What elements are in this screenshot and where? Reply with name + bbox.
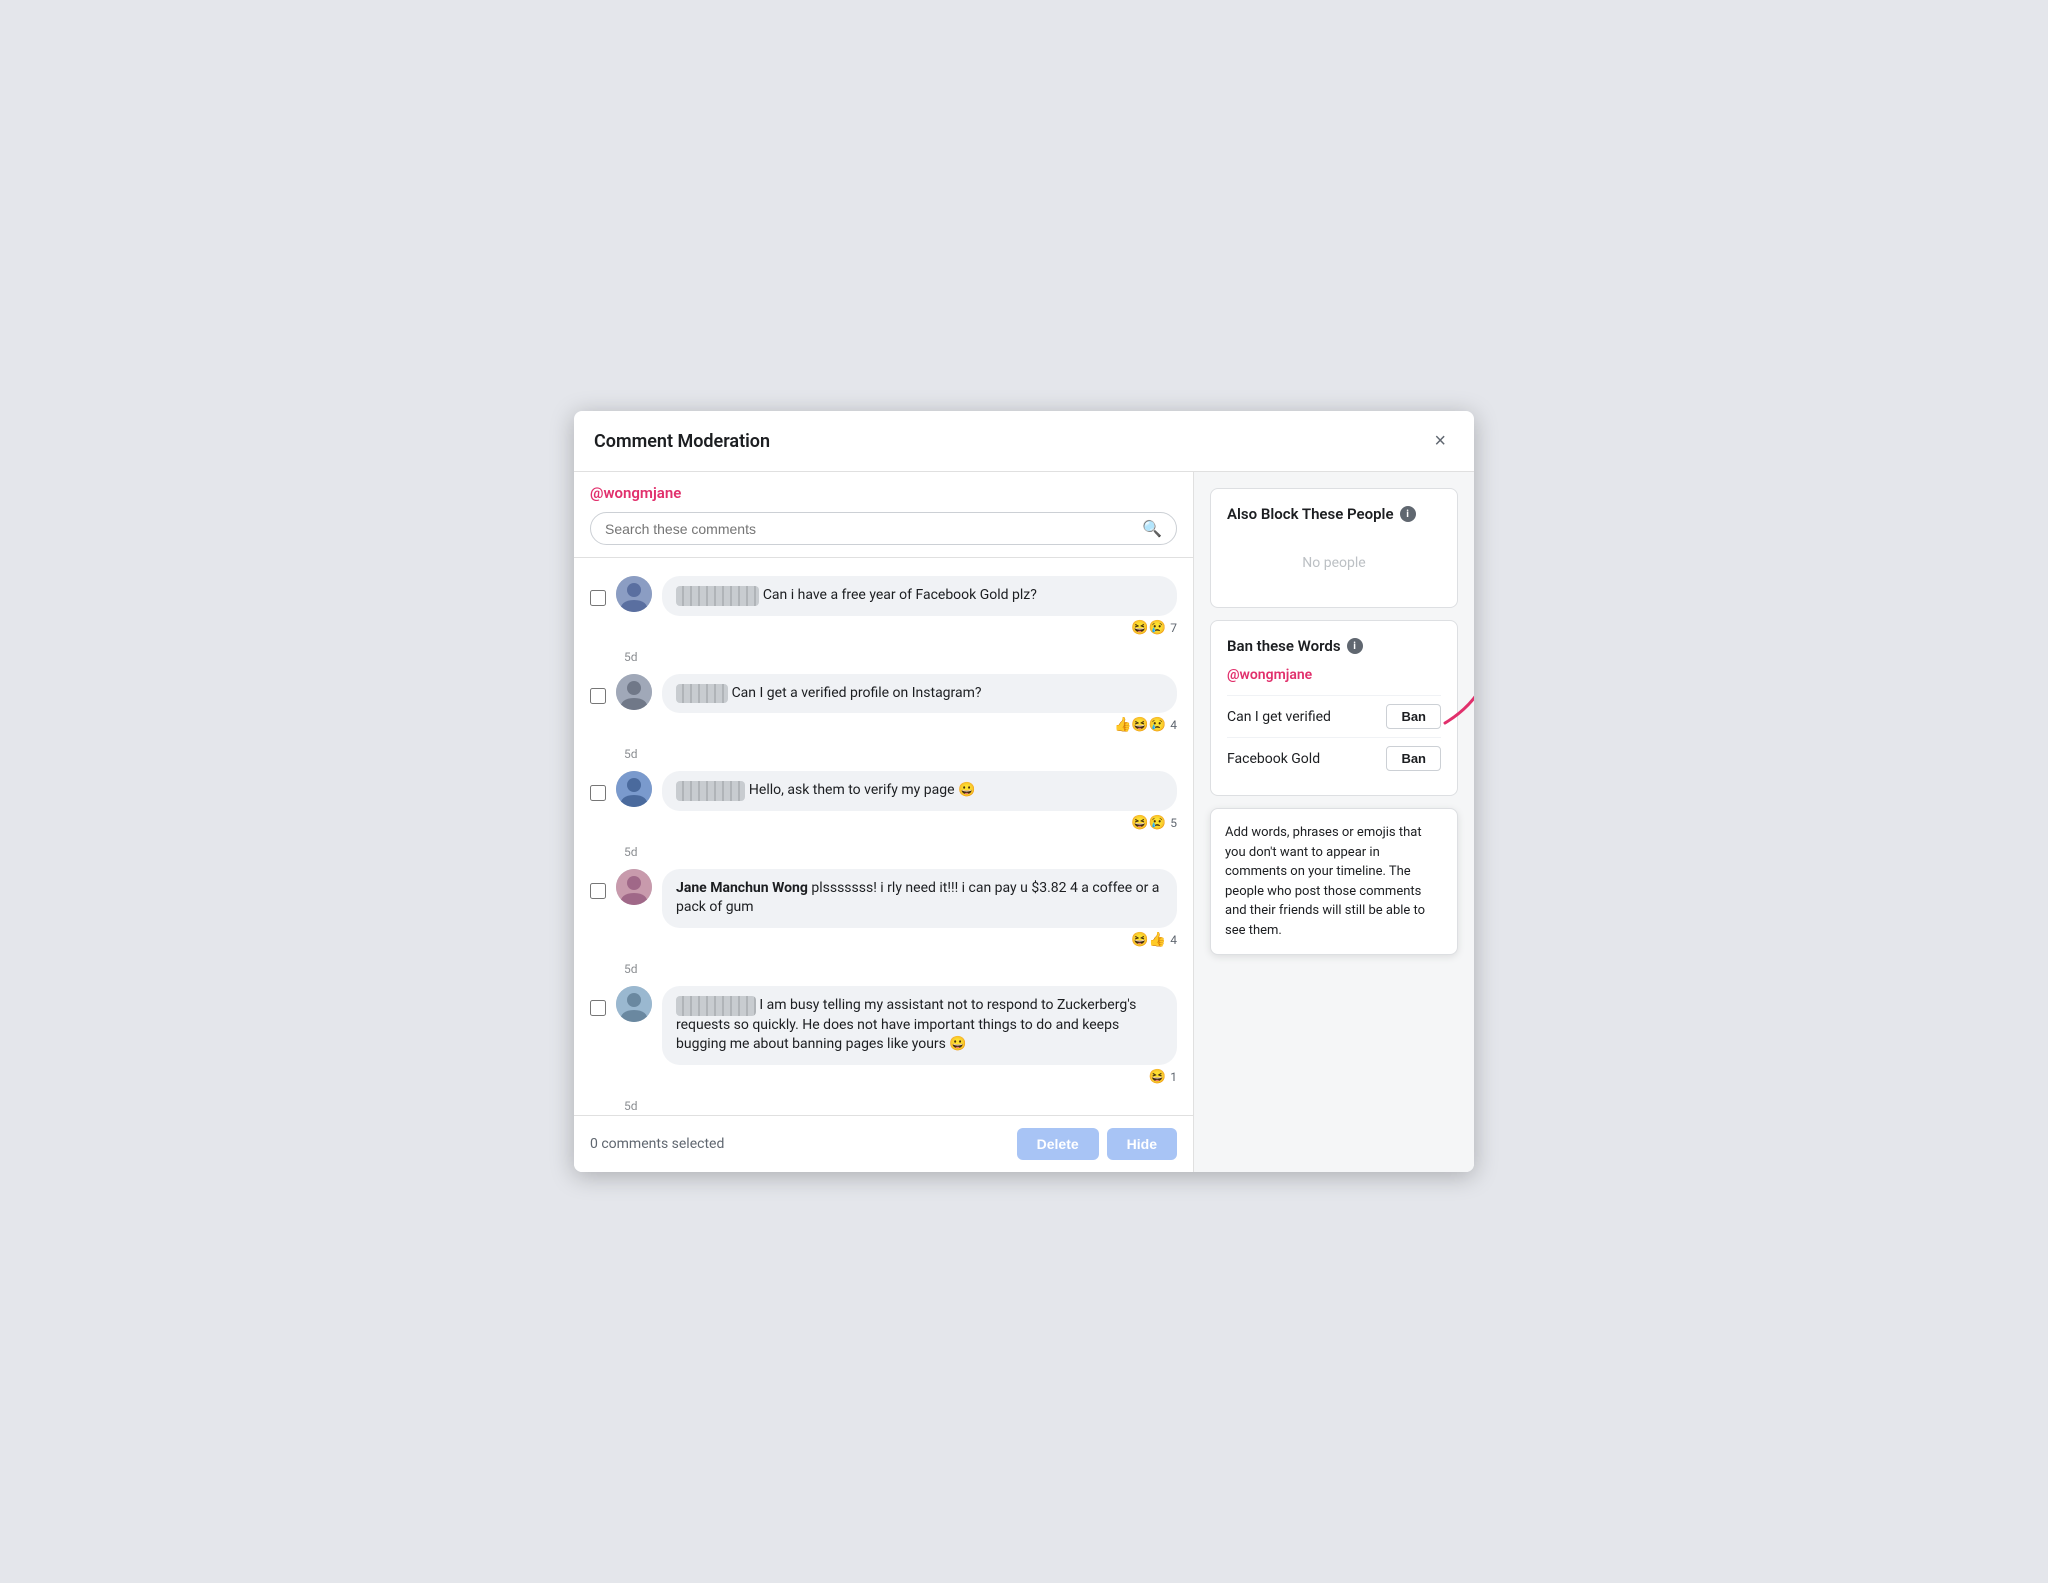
selected-count: 0 comments selected bbox=[590, 1136, 724, 1152]
comment-bubble-5: I am busy telling my assistant not to re… bbox=[662, 986, 1177, 1065]
comment-author-4: Jane Manchun Wong bbox=[676, 880, 808, 896]
comment-bubble-1: Can i have a free year of Facebook Gold … bbox=[662, 576, 1177, 616]
comment-time-1: 5d bbox=[624, 650, 1193, 664]
search-input[interactable] bbox=[605, 521, 1142, 537]
comment-time-4: 5d bbox=[624, 962, 1193, 976]
reaction-emojis-1: 😆😢 bbox=[1131, 620, 1166, 636]
comment-item: Can i have a free year of Facebook Gold … bbox=[574, 566, 1193, 646]
avatar-2 bbox=[616, 674, 652, 710]
ban-button-1[interactable]: Ban bbox=[1386, 704, 1441, 729]
comment-bubble-4: Jane Manchun Wong plsssssss! i rly need … bbox=[662, 869, 1177, 928]
no-people-text: No people bbox=[1227, 535, 1441, 591]
ban-word-row-1: Can I get verified Ban bbox=[1227, 695, 1441, 737]
blurred-author-2 bbox=[676, 684, 728, 704]
comment-item: Jane Manchun Wong plsssssss! i rly need … bbox=[574, 859, 1193, 958]
reaction-count-5: 1 bbox=[1170, 1070, 1177, 1084]
comment-checkbox-1[interactable] bbox=[590, 590, 606, 606]
ban-words-info-icon[interactable]: i bbox=[1347, 638, 1363, 654]
tooltip-card: Add words, phrases or emojis that you do… bbox=[1210, 808, 1458, 955]
comment-reactions-3: 😆😢 5 bbox=[662, 815, 1177, 831]
reaction-emojis-5: 😆 bbox=[1149, 1069, 1166, 1085]
block-people-header: Also Block These People i bbox=[1227, 505, 1441, 523]
user-handle: @wongmjane bbox=[590, 484, 1177, 502]
close-button[interactable]: × bbox=[1426, 427, 1454, 455]
modal-body: @wongmjane 🔍 bbox=[574, 472, 1474, 1172]
footer-buttons: Delete Hide bbox=[1017, 1128, 1177, 1160]
comments-list: Can i have a free year of Facebook Gold … bbox=[574, 558, 1193, 1115]
comment-item: Can I get a verified profile on Instagra… bbox=[574, 664, 1193, 744]
reaction-count-1: 7 bbox=[1170, 621, 1177, 635]
modal-header: Comment Moderation × bbox=[574, 411, 1474, 472]
reaction-count-2: 4 bbox=[1170, 718, 1177, 732]
blurred-author-3 bbox=[676, 781, 745, 801]
comment-time-5: 5d bbox=[624, 1099, 1193, 1113]
ban-words-header: Ban these Words i bbox=[1227, 637, 1441, 655]
blurred-author-1 bbox=[676, 586, 759, 606]
ban-words-title: Ban these Words bbox=[1227, 637, 1341, 655]
ban-words-handle: @wongmjane bbox=[1227, 667, 1441, 683]
block-people-card: Also Block These People i No people bbox=[1210, 488, 1458, 608]
ban-button-2[interactable]: Ban bbox=[1386, 746, 1441, 771]
ban-word-label-2: Facebook Gold bbox=[1227, 751, 1320, 767]
comment-content-4: Jane Manchun Wong plsssssss! i rly need … bbox=[662, 869, 1177, 948]
comment-time-2: 5d bbox=[624, 747, 1193, 761]
reaction-emojis-3: 😆😢 bbox=[1131, 815, 1166, 831]
left-panel: @wongmjane 🔍 bbox=[574, 472, 1194, 1172]
comment-reactions-1: 😆😢 7 bbox=[662, 620, 1177, 636]
right-panel: Also Block These People i No people Ban … bbox=[1194, 472, 1474, 1172]
comment-content-3: Hello, ask them to verify my page 😀 😆😢 5 bbox=[662, 771, 1177, 831]
comment-checkbox-5[interactable] bbox=[590, 1000, 606, 1016]
comment-checkbox-3[interactable] bbox=[590, 785, 606, 801]
comment-content-1: Can i have a free year of Facebook Gold … bbox=[662, 576, 1177, 636]
comment-checkbox-4[interactable] bbox=[590, 883, 606, 899]
search-icon: 🔍 bbox=[1142, 519, 1162, 538]
comment-item: I am busy telling my assistant not to re… bbox=[574, 976, 1193, 1095]
hide-button[interactable]: Hide bbox=[1107, 1128, 1177, 1160]
comment-item: Hello, ask them to verify my page 😀 😆😢 5 bbox=[574, 761, 1193, 841]
comment-bubble-3: Hello, ask them to verify my page 😀 bbox=[662, 771, 1177, 811]
reaction-emojis-2: 👍😆😢 bbox=[1114, 717, 1166, 733]
comment-reactions-5: 😆 1 bbox=[662, 1069, 1177, 1085]
blurred-author-5 bbox=[676, 996, 756, 1016]
search-bar: 🔍 bbox=[590, 512, 1177, 545]
reaction-count-4: 4 bbox=[1170, 933, 1177, 947]
modal-container: Comment Moderation × @wongmjane 🔍 bbox=[574, 411, 1474, 1172]
modal-title: Comment Moderation bbox=[594, 431, 770, 452]
avatar-5 bbox=[616, 986, 652, 1022]
reaction-emojis-4: 😆👍 bbox=[1131, 932, 1166, 948]
comment-checkbox-2[interactable] bbox=[590, 688, 606, 704]
avatar-4 bbox=[616, 869, 652, 905]
comment-time-3: 5d bbox=[624, 845, 1193, 859]
comment-reactions-4: 😆👍 4 bbox=[662, 932, 1177, 948]
ban-word-label-1: Can I get verified bbox=[1227, 709, 1331, 725]
delete-button[interactable]: Delete bbox=[1017, 1128, 1099, 1160]
comment-content-2: Can I get a verified profile on Instagra… bbox=[662, 674, 1177, 734]
block-people-title: Also Block These People bbox=[1227, 505, 1394, 523]
left-footer: 0 comments selected Delete Hide bbox=[574, 1115, 1193, 1172]
comment-bubble-2: Can I get a verified profile on Instagra… bbox=[662, 674, 1177, 714]
block-people-info-icon[interactable]: i bbox=[1400, 506, 1416, 522]
ban-word-row-2: Facebook Gold Ban bbox=[1227, 737, 1441, 779]
tooltip-text: Add words, phrases or emojis that you do… bbox=[1225, 825, 1425, 938]
comment-reactions-2: 👍😆😢 4 bbox=[662, 717, 1177, 733]
avatar-1 bbox=[616, 576, 652, 612]
avatar-3 bbox=[616, 771, 652, 807]
comment-content-5: I am busy telling my assistant not to re… bbox=[662, 986, 1177, 1085]
left-header: @wongmjane 🔍 bbox=[574, 472, 1193, 558]
reaction-count-3: 5 bbox=[1170, 816, 1177, 830]
ban-words-card: Ban these Words i @wongmjane Can I get v… bbox=[1210, 620, 1458, 796]
